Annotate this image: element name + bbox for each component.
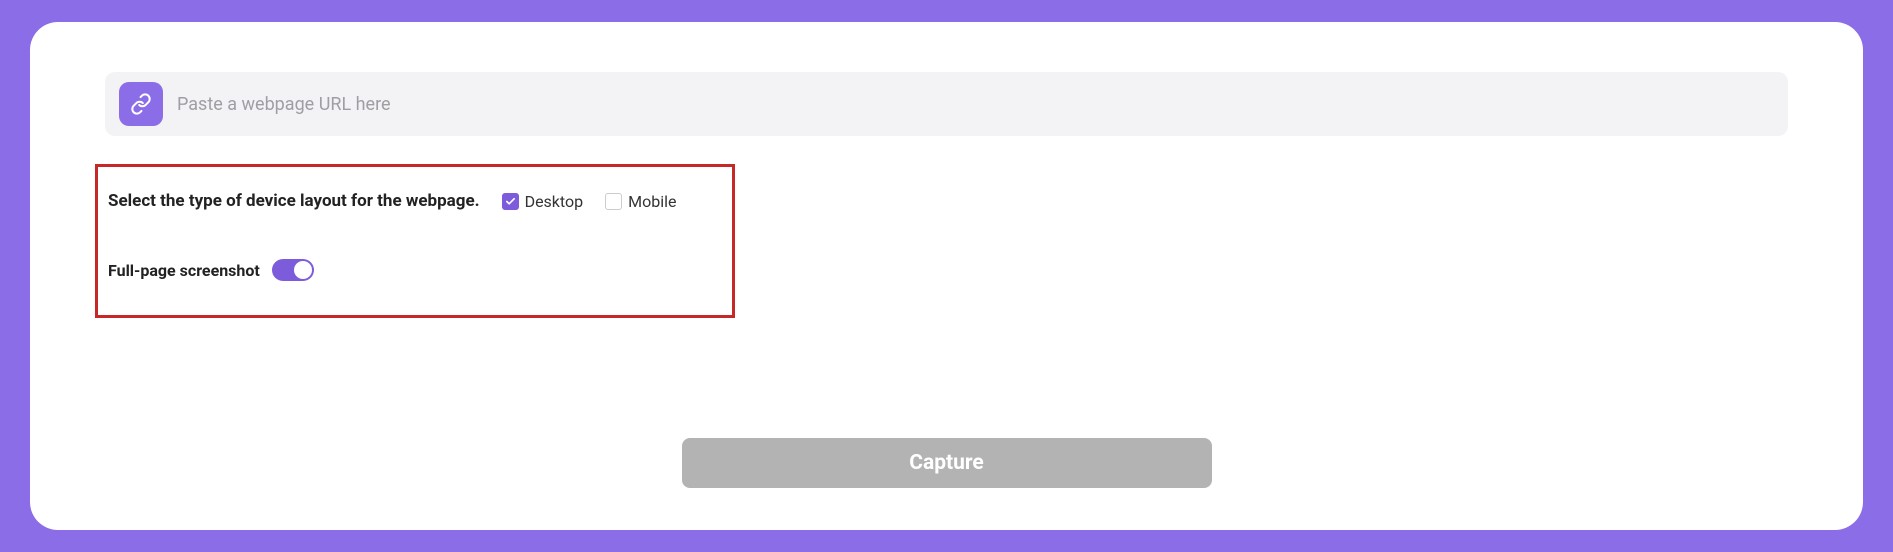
url-input-container bbox=[105, 72, 1788, 136]
capture-button[interactable]: Capture bbox=[682, 438, 1212, 488]
options-highlight: Select the type of device layout for the… bbox=[95, 164, 735, 318]
mobile-checkbox[interactable] bbox=[605, 193, 622, 210]
toggle-knob bbox=[294, 261, 312, 279]
link-icon bbox=[119, 82, 163, 126]
desktop-label: Desktop bbox=[525, 192, 584, 211]
mobile-checkbox-group: Mobile bbox=[605, 192, 676, 211]
device-layout-row: Select the type of device layout for the… bbox=[108, 191, 722, 211]
desktop-checkbox-group: Desktop bbox=[502, 192, 584, 211]
desktop-checkbox[interactable] bbox=[502, 193, 519, 210]
fullpage-toggle[interactable] bbox=[272, 259, 314, 281]
device-layout-label: Select the type of device layout for the… bbox=[108, 191, 480, 211]
url-input[interactable] bbox=[177, 94, 1774, 115]
mobile-label: Mobile bbox=[628, 192, 676, 211]
fullpage-label: Full-page screenshot bbox=[108, 261, 260, 280]
fullpage-toggle-row: Full-page screenshot bbox=[108, 259, 722, 281]
capture-card: Select the type of device layout for the… bbox=[30, 22, 1863, 530]
